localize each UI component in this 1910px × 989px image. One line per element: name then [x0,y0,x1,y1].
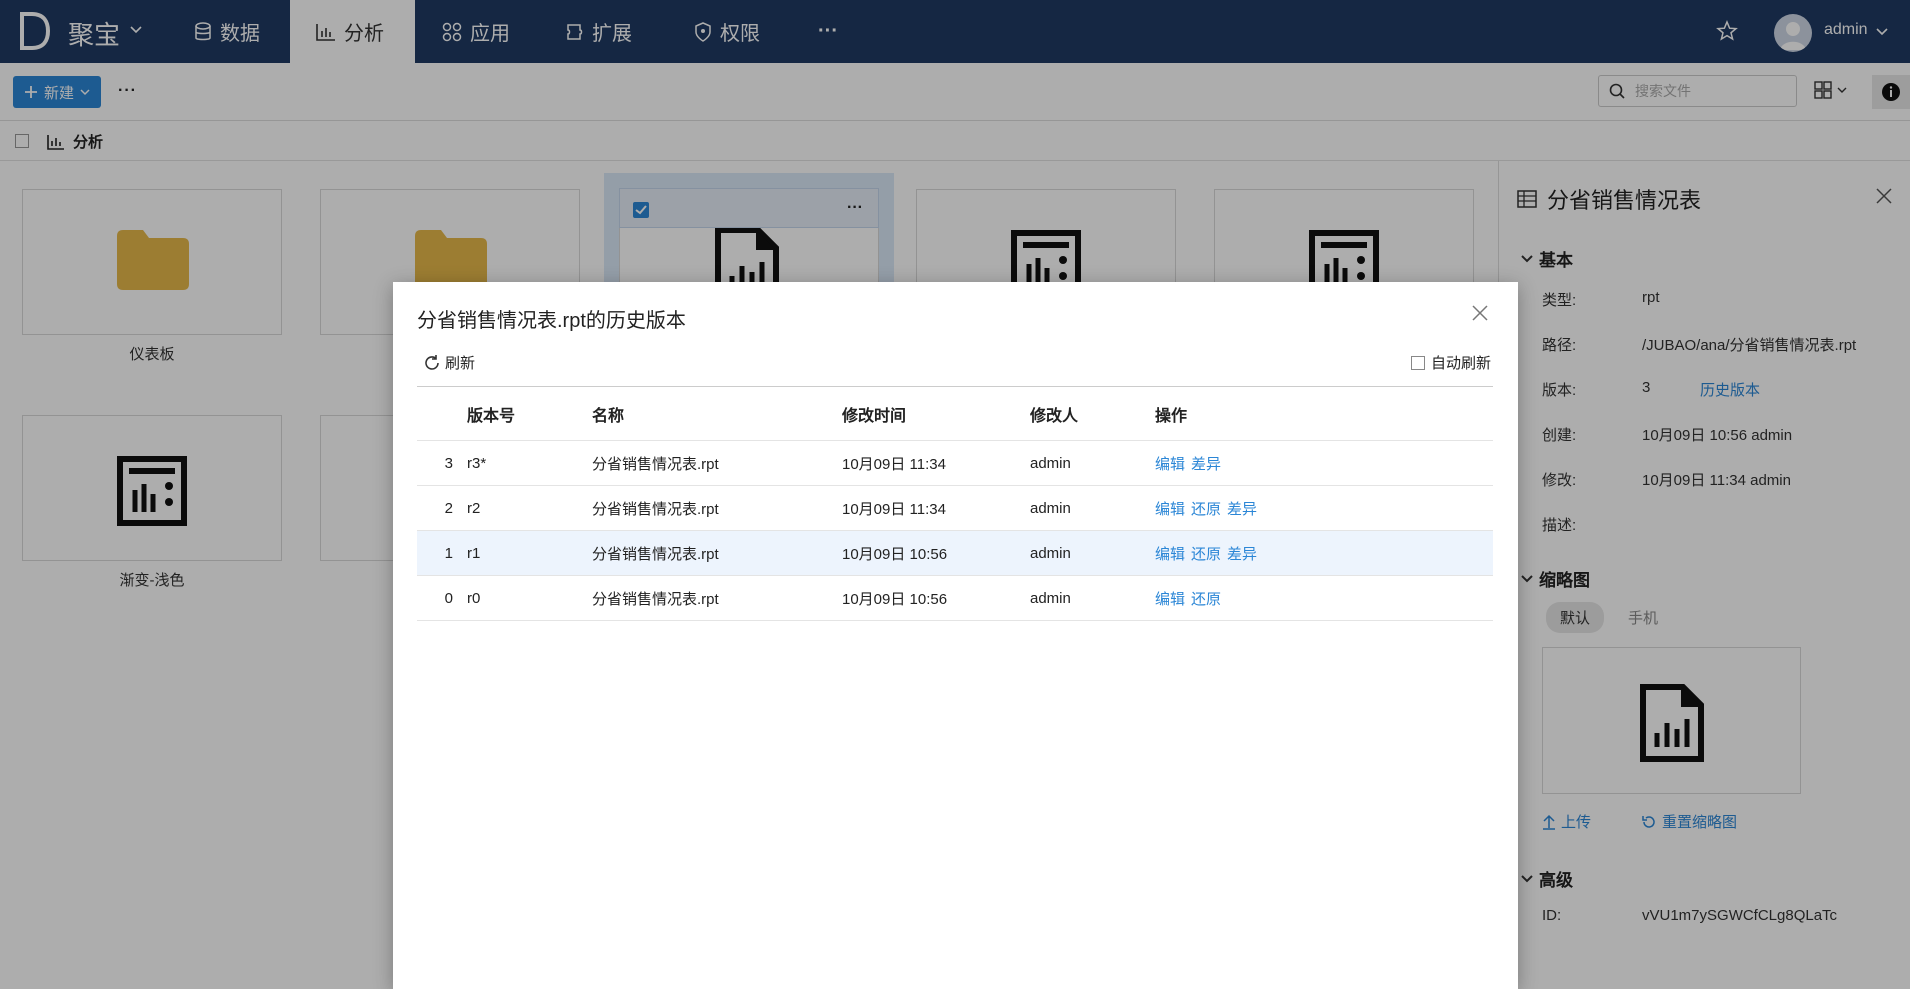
row-time: 10月09日 11:34 [842,440,1030,486]
row-actions: 编辑 差异 [1155,440,1493,486]
row-version: r1 [467,530,592,576]
row-actions: 编辑 还原 差异 [1155,530,1493,576]
row-user: admin [1030,485,1155,531]
edit-link[interactable]: 编辑 [1155,501,1185,518]
row-time: 10月09日 11:34 [842,485,1030,531]
auto-refresh-toggle[interactable]: 自动刷新 [1411,352,1491,373]
table-row[interactable]: 0 r0 分省销售情况表.rpt 10月09日 10:56 admin 编辑 还原 [417,575,1493,621]
restore-link[interactable]: 还原 [1191,591,1221,608]
row-index: 0 [417,575,467,621]
auto-refresh-checkbox[interactable] [1411,355,1425,370]
column-header [417,386,467,441]
diff-link[interactable]: 差异 [1227,546,1257,563]
row-actions: 编辑 还原 [1155,575,1493,621]
row-name: 分省销售情况表.rpt [592,530,842,576]
row-user: admin [1030,440,1155,486]
row-time: 10月09日 10:56 [842,530,1030,576]
auto-refresh-label: 自动刷新 [1431,355,1492,372]
row-time: 10月09日 10:56 [842,575,1030,621]
diff-link[interactable]: 差异 [1227,501,1257,518]
row-version: r2 [467,485,592,531]
refresh-icon [425,354,439,370]
restore-link[interactable]: 还原 [1191,546,1221,563]
dialog-title: 分省销售情况表.rpt的历史版本 [417,310,686,332]
row-name: 分省销售情况表.rpt [592,575,842,621]
row-version: r3* [467,440,592,486]
row-actions: 编辑 还原 差异 [1155,485,1493,531]
column-header: 操作 [1155,386,1493,441]
table-row[interactable]: 3 r3* 分省销售情况表.rpt 10月09日 11:34 admin 编辑差… [417,440,1493,486]
column-header[interactable]: 版本号 [467,386,592,441]
row-index: 1 [417,530,467,576]
refresh-label: 刷新 [445,355,476,372]
row-name: 分省销售情况表.rpt [592,485,842,531]
table-header-row: 版本号 名称 修改时间 修改人 操作 [417,386,1493,441]
row-user: admin [1030,575,1155,621]
row-index: 3 [417,440,467,486]
edit-link[interactable]: 编辑 [1155,591,1185,608]
edit-link[interactable]: 编辑 [1155,456,1185,473]
edit-link[interactable]: 编辑 [1155,546,1185,563]
version-table: 版本号 名称 修改时间 修改人 操作 3 r3* 分省销售情况表.rpt 10月… [417,386,1493,621]
column-header[interactable]: 修改时间 [842,386,1030,441]
column-header[interactable]: 修改人 [1030,386,1155,441]
restore-link[interactable]: 还原 [1191,501,1221,518]
row-name: 分省销售情况表.rpt [592,440,842,486]
diff-link[interactable]: 差异 [1191,456,1221,473]
row-version: r0 [467,575,592,621]
row-index: 2 [417,485,467,531]
table-row[interactable]: 1 r1 分省销售情况表.rpt 10月09日 10:56 admin 编辑 还原… [417,530,1493,576]
close-icon[interactable] [1471,304,1489,322]
row-user: admin [1030,530,1155,576]
refresh-button[interactable]: 刷新 [423,352,475,373]
column-header[interactable]: 名称 [592,386,842,441]
table-row[interactable]: 2 r2 分省销售情况表.rpt 10月09日 11:34 admin 编辑 还原… [417,485,1493,531]
history-dialog: 分省销售情况表.rpt的历史版本 刷新 自动刷新 版本号 名称 修改时间 修改人… [393,282,1518,989]
